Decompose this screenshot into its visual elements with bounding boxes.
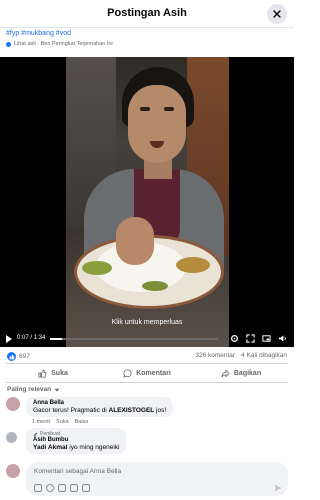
video-food <box>82 261 112 275</box>
comment-reply-link[interactable]: Balas <box>75 419 89 425</box>
gif-icon[interactable] <box>70 484 78 492</box>
like-reaction-icon <box>7 352 16 361</box>
settings-icon[interactable] <box>230 334 239 343</box>
composer-tools <box>34 484 90 492</box>
comment-brand: ALEXISTOGEL <box>108 407 155 414</box>
close-button[interactable] <box>267 4 287 24</box>
post-actions: Suka Komentari Bagikan <box>6 363 288 383</box>
reply-text: Yadi Akmal iyo ming ngeneiki <box>33 444 119 451</box>
thumbs-up-icon <box>38 368 47 378</box>
translation-link[interactable]: Lihat asli · Beri Peringkat Terjemahan I… <box>6 41 288 47</box>
send-icon[interactable] <box>274 484 282 492</box>
comment-count[interactable]: 326 komentar <box>195 352 235 359</box>
comment-button[interactable]: Komentari <box>100 364 194 382</box>
video-player[interactable]: Klik untuk memperluas 0:07 / 1:34 <box>0 57 294 347</box>
video-controls: 0:07 / 1:34 <box>0 331 294 347</box>
like-button[interactable]: Suka <box>6 364 100 382</box>
video-person-hand <box>116 217 154 265</box>
comment-meta: 1 menit Suka Balas <box>32 419 88 425</box>
picture-in-picture-icon[interactable] <box>262 334 271 343</box>
video-frame[interactable] <box>66 57 229 347</box>
video-person-mouth <box>150 141 164 148</box>
sticker-icon[interactable] <box>82 484 90 492</box>
close-icon <box>273 10 281 18</box>
avatar[interactable] <box>6 432 17 443</box>
comment-like-link[interactable]: Suka <box>56 419 69 425</box>
reply-text-body: iyo ming ngeneiki <box>67 444 120 451</box>
avatar-sticker-icon[interactable] <box>34 484 42 492</box>
comment-text-end: jos! <box>154 407 167 414</box>
video-progress-fill <box>50 338 63 340</box>
share-count[interactable]: 4 Kali dibagikan <box>241 352 287 359</box>
dialog-title: Postingan Asih <box>107 7 187 19</box>
comment-time[interactable]: 1 menit <box>32 419 50 425</box>
avatar[interactable] <box>6 397 20 411</box>
fullscreen-icon[interactable] <box>246 334 255 343</box>
video-food <box>176 257 210 273</box>
chevron-down-icon <box>54 388 60 391</box>
video-person-face <box>128 85 186 163</box>
caption-cut-line <box>6 26 288 29</box>
post-hashtags[interactable]: #fyp #mukbang #vod <box>6 30 288 37</box>
share-button[interactable]: Bagikan <box>194 364 288 382</box>
reply-bubble: Pembuat Asih Bumbu Yadi Akmal iyo ming n… <box>26 428 127 454</box>
comment-icon <box>123 368 132 378</box>
comment-button-label: Komentari <box>136 369 171 377</box>
reply-mention[interactable]: Yadi Akmal <box>33 444 67 451</box>
play-icon[interactable] <box>6 335 12 343</box>
comment-item: Anna Bella Gacor terus! Pragmatic di ALE… <box>6 397 288 429</box>
reply-author[interactable]: Asih Bumbu <box>33 437 119 443</box>
translation-label: Lihat asli · Beri Peringkat Terjemahan I… <box>14 41 113 47</box>
emoji-icon[interactable] <box>46 484 54 492</box>
reply-item: Pembuat Asih Bumbu Yadi Akmal iyo ming n… <box>6 428 288 460</box>
pen-icon <box>33 432 38 436</box>
post-stats: 697 326 komentar 4 Kali dibagikan <box>0 350 294 364</box>
avatar[interactable] <box>6 464 20 478</box>
like-button-label: Suka <box>51 369 68 377</box>
comment-sort-label: Paling relevan <box>7 386 52 393</box>
share-icon <box>221 368 230 378</box>
video-food <box>142 281 168 291</box>
comment-composer: Komentari sebagai Anna Bella <box>6 462 288 496</box>
volume-icon[interactable] <box>278 334 287 343</box>
comment-sort-dropdown[interactable]: Paling relevan <box>7 386 60 393</box>
video-person-eye <box>140 107 150 111</box>
share-button-label: Bagikan <box>233 369 262 377</box>
comment-input-placeholder: Komentari sebagai Anna Bella <box>34 468 122 475</box>
comment-text: Gacor terus! Pragmatic di ALEXISTOGEL jo… <box>33 407 166 414</box>
dialog-header: Postingan Asih <box>0 0 294 28</box>
comment-input[interactable]: Komentari sebagai Anna Bella <box>26 462 288 496</box>
video-time: 0:07 / 1:34 <box>17 335 46 341</box>
post-caption: #fyp #mukbang #vod Lihat asli · Beri Per… <box>6 26 288 47</box>
camera-icon[interactable] <box>58 484 66 492</box>
video-person-eye <box>164 107 174 111</box>
comment-text-start: Gacor terus! Pragmatic di <box>33 407 109 414</box>
reaction-count-value: 697 <box>19 353 30 360</box>
expand-hint[interactable]: Klik untuk memperluas <box>0 319 294 326</box>
comment-bubble: Anna Bella Gacor terus! Pragmatic di ALE… <box>26 397 174 417</box>
translate-icon <box>6 41 11 47</box>
video-progress-bar[interactable] <box>50 338 218 340</box>
comment-author[interactable]: Anna Bella <box>33 400 166 406</box>
reaction-count[interactable]: 697 <box>7 352 30 361</box>
